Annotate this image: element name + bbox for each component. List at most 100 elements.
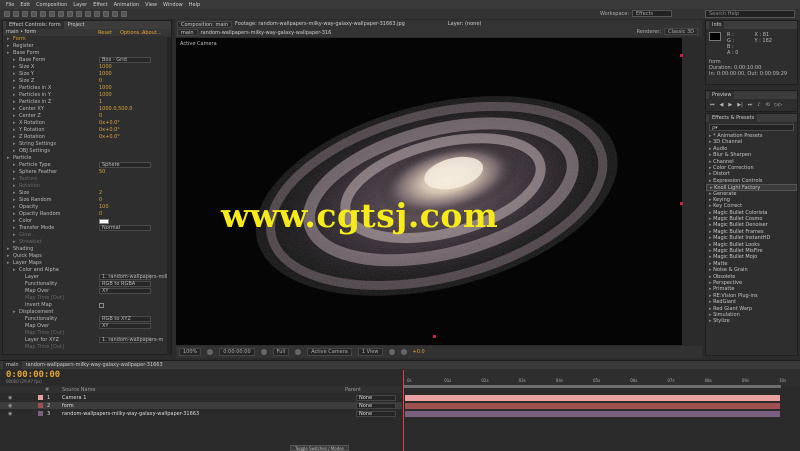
camera-marker[interactable] [433,335,436,338]
layer-label-color[interactable] [38,411,43,416]
property-value[interactable]: 0 [99,113,102,120]
disclosure-triangle-icon[interactable]: ▸ [13,309,16,316]
effect-property-row[interactable]: ▸ Base Form [3,50,171,57]
camera-tool-icon[interactable] [40,11,46,17]
effect-property-row[interactable]: Map Over XY [3,323,171,330]
property-dropdown[interactable]: Normal [99,225,151,231]
col-source-name[interactable]: Source Name [62,387,96,393]
effect-property-row[interactable]: ▸ Displacement [3,309,171,316]
breadcrumb-main[interactable]: main [177,29,198,36]
effect-property-row[interactable]: ▸ Particles in Z 1 [3,99,171,106]
tab-layer[interactable]: Layer: (none) [448,21,482,27]
layer-duration-bar[interactable] [405,403,780,409]
menu-layer[interactable]: Layer [73,2,87,8]
disclosure-triangle-icon[interactable]: ▸ [7,260,10,267]
tab-effects-presets[interactable]: Effects & Presets [709,114,758,122]
timeline-tab-main[interactable]: main [3,361,22,369]
property-dropdown[interactable]: Box - Grid [99,57,151,63]
last-frame-icon[interactable]: ⏭ [748,102,753,108]
property-dropdown[interactable]: XY [99,323,151,329]
mask-tool-icon[interactable] [58,11,64,17]
menu-edit[interactable]: Edit [20,2,30,8]
pan-behind-tool-icon[interactable] [49,11,55,17]
disclosure-triangle-icon[interactable]: ▸ [13,190,16,197]
effect-property-row[interactable]: ▸ X Rotation 0x+0.0° [3,120,171,127]
effect-property-row[interactable]: ▸ Streaklet [3,239,171,246]
zoom-dropdown[interactable]: 100% [179,348,202,356]
reset-link[interactable]: Reset [98,30,112,36]
disclosure-triangle-icon[interactable]: ▸ [7,50,10,57]
layer-duration-bar[interactable] [405,411,780,417]
show-channel-icon[interactable] [260,349,267,355]
snapshot-icon[interactable] [207,349,214,355]
pen-tool-icon[interactable] [67,11,73,17]
composition-viewer[interactable]: Active Camera www.cgtsj.com [176,38,682,345]
work-area-bar[interactable] [403,385,781,388]
col-parent[interactable]: Parent [345,387,361,393]
property-dropdown[interactable]: XY [99,288,151,294]
parent-dropdown[interactable]: None [356,394,396,401]
property-dropdown[interactable]: 1. random-wallpapers-milk [99,274,169,280]
property-value[interactable]: 0x+0.0° [99,134,120,141]
fast-previews-icon[interactable] [388,349,395,355]
current-time-indicator[interactable] [403,370,404,451]
previous-frame-icon[interactable]: ◀ [720,102,724,108]
disclosure-triangle-icon[interactable]: ▸ [13,197,16,204]
effect-property-row[interactable]: ▸ Size Y 1000 [3,71,171,78]
effect-property-row[interactable]: ▸ Particles in X 1000 [3,85,171,92]
disclosure-triangle-icon[interactable]: ▸ [7,253,10,260]
menu-effect[interactable]: Effect [93,2,107,8]
loop-icon[interactable]: ⟲ [765,102,769,108]
property-value[interactable]: 0 [99,197,102,204]
disclosure-triangle-icon[interactable]: ▸ [13,141,16,148]
tab-preview[interactable]: Preview [709,91,735,99]
effect-property-row[interactable]: ▸ Size 2 [3,190,171,197]
disclosure-triangle-icon[interactable]: ▸ [13,127,16,134]
color-swatch[interactable] [99,219,109,224]
first-frame-icon[interactable]: ⏮ [710,102,715,108]
visibility-eye-icon[interactable]: ◉ [8,411,12,417]
disclosure-triangle-icon[interactable]: ▸ [13,85,16,92]
effect-property-row[interactable]: ▸ Quick Maps [3,253,171,260]
effect-property-row[interactable]: ▸ Form [3,36,171,43]
effect-property-row[interactable]: ▸ Color [3,218,171,225]
property-value[interactable]: 0x+0.0° [99,120,120,127]
disclosure-triangle-icon[interactable]: ▸ [13,120,16,127]
property-value[interactable]: 100 [99,204,109,211]
hand-tool-icon[interactable] [13,11,19,17]
resolution-dropdown[interactable]: Full [272,348,290,356]
tab-footage[interactable]: Footage: random-wallpapers-milky-way-gal… [235,21,405,27]
disclosure-triangle-icon[interactable]: ▸ [13,64,16,71]
disclosure-triangle-icon[interactable]: ▸ [13,162,16,169]
time-ruler[interactable]: 0s 01s 02s 03s 04s 05s 06s 07s 08s 09s 10s [403,369,800,386]
property-dropdown[interactable]: 1. random-wallpapers-m [99,337,163,343]
effect-property-row[interactable]: ▸ Register [3,43,171,50]
effect-property-row[interactable]: ▸ String Settings [3,141,171,148]
next-frame-icon[interactable]: ▶| [737,102,743,108]
disclosure-triangle-icon[interactable]: ▸ [7,43,10,50]
effect-property-row[interactable]: Layer for XYZ 1. random-wallpapers-m [3,337,171,344]
effect-property-row[interactable]: Layer 1. random-wallpapers-milk [3,274,171,281]
parent-dropdown[interactable]: None [356,410,396,417]
effect-property-row[interactable]: ▸ Size Random 0 [3,197,171,204]
tab-project[interactable]: Project [68,22,85,28]
current-time-field[interactable]: 0:00:00:00 [219,348,255,356]
puppet-pin-tool-icon[interactable] [121,11,127,17]
about-link[interactable]: About... [142,30,162,36]
property-value[interactable]: 1 [99,99,102,106]
rotate-tool-icon[interactable] [31,11,37,17]
effect-property-row[interactable]: Invert Map [3,302,171,309]
workspace-selector[interactable]: Workspace: Effects [600,10,673,17]
property-value[interactable]: 1000 [99,64,112,71]
visibility-eye-icon[interactable]: ◉ [8,395,12,401]
tab-composition-main[interactable]: Composition: main [177,20,232,28]
eraser-tool-icon[interactable] [103,11,109,17]
effect-property-row[interactable]: ▸ Layer Maps [3,260,171,267]
effect-property-row[interactable]: ▸ Texture [3,176,171,183]
effect-property-row[interactable]: ▸ Glow [3,232,171,239]
selection-tool-icon[interactable] [4,11,10,17]
property-value[interactable]: 1000.0,500.0 [99,106,132,113]
effects-search-input[interactable]: ρ▾ [709,124,794,131]
menu-help[interactable]: Help [189,2,200,8]
disclosure-triangle-icon[interactable]: ▸ [13,183,16,190]
